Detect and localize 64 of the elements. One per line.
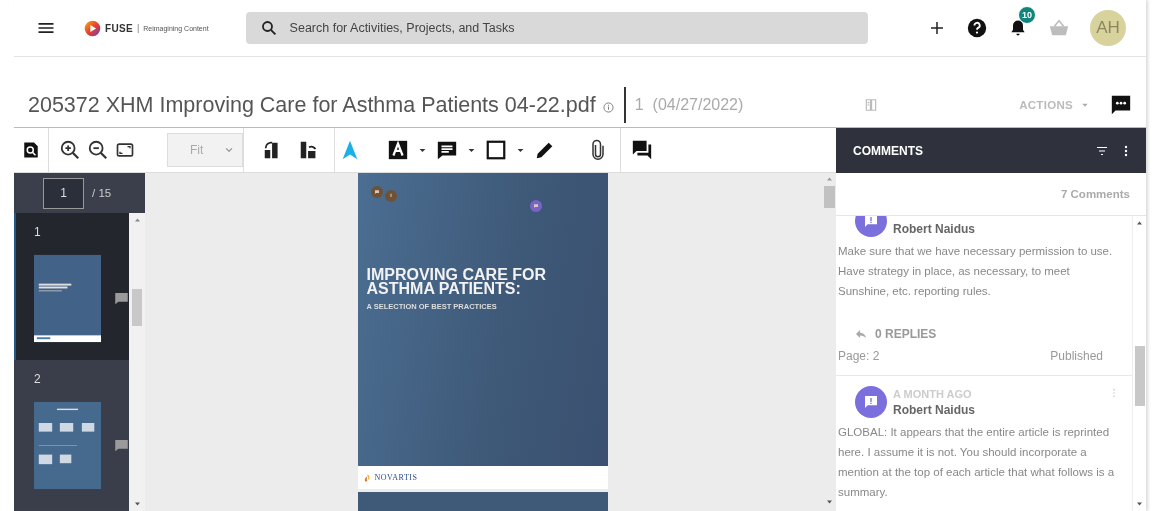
comment-note-icon[interactable] xyxy=(436,139,458,161)
scrollbar[interactable] xyxy=(1133,216,1146,511)
attachment-marker[interactable] xyxy=(384,190,397,202)
logo-icon xyxy=(84,19,101,37)
thumbnail-item[interactable]: 1 xyxy=(14,213,129,360)
logo-name: FUSE xyxy=(105,22,133,34)
reply-icon xyxy=(855,328,867,340)
page-number: 2 xyxy=(34,372,42,386)
page-headline: IMPROVING CARE FOR ASTHMA PATIENTS: xyxy=(366,268,548,296)
comment-icon xyxy=(531,202,540,210)
page-thumbnail[interactable] xyxy=(34,400,101,491)
comment-icon xyxy=(114,291,129,306)
version-date: (04/27/2022) xyxy=(652,96,744,114)
caret-icon[interactable] xyxy=(468,146,475,154)
scrollbar-thumb[interactable] xyxy=(823,186,835,208)
scroll-down-icon[interactable] xyxy=(133,501,141,507)
version-label: 1 xyxy=(634,96,644,114)
fit-screen-icon[interactable] xyxy=(115,140,135,160)
brand-logo-icon xyxy=(362,472,372,483)
comment-author: Robert Naidus xyxy=(893,222,976,236)
zoom-out-icon[interactable] xyxy=(87,139,109,161)
comments-icon[interactable] xyxy=(631,139,653,161)
document-title: 205372 XHM Improving Care for Asthma Patients 04-22.pdf xyxy=(28,92,596,118)
comment-avatar xyxy=(855,386,887,418)
help-icon[interactable] xyxy=(966,17,988,39)
comment-icon xyxy=(372,188,381,196)
page-count: / 15 xyxy=(92,187,112,199)
caret-icon[interactable] xyxy=(517,146,524,154)
page-thumbnail[interactable] xyxy=(34,253,101,344)
search-field[interactable]: Search for Activities, Projects, and Tasks xyxy=(245,12,868,44)
caret-icon[interactable] xyxy=(419,146,426,154)
search-icon xyxy=(259,19,278,37)
info-icon[interactable] xyxy=(602,101,614,113)
comment-icon[interactable] xyxy=(1110,94,1132,116)
comment-count: 7 Comments xyxy=(1060,188,1130,200)
scrollbar-thumb[interactable] xyxy=(132,288,142,326)
chevron-icon xyxy=(224,145,234,155)
scroll-up-icon[interactable] xyxy=(1136,220,1143,226)
comment-marker[interactable] xyxy=(529,200,542,212)
logo-divider: | xyxy=(136,23,140,33)
zoom-in-icon[interactable] xyxy=(59,139,81,161)
page-number: 1 xyxy=(34,225,42,239)
document-search-icon[interactable] xyxy=(22,141,40,159)
plus-icon[interactable] xyxy=(928,19,946,37)
comment-author: Robert Naidus xyxy=(893,403,976,417)
comment-page: Page: 2 xyxy=(838,349,880,363)
rectangle-icon[interactable] xyxy=(485,139,507,161)
brand-name: NOVARTIS xyxy=(374,473,418,483)
page-number-field[interactable]: 1 xyxy=(43,177,84,209)
scrollbar[interactable] xyxy=(129,213,145,511)
caret-icon xyxy=(1081,101,1089,109)
comment-marker[interactable] xyxy=(370,186,383,198)
scroll-down-icon[interactable] xyxy=(1136,501,1143,507)
filter-icon[interactable] xyxy=(1096,144,1108,157)
notification-badge: 10 xyxy=(1018,6,1036,24)
comment-text: GLOBAL: It appears that the entire article is reprinted here. I assume it is not. You should incorporate a mention at the top of each article that what follows is a summary. xyxy=(838,425,1116,500)
text-box-icon[interactable] xyxy=(387,139,409,161)
scroll-up-icon[interactable] xyxy=(133,217,141,223)
panel-title: COMMENTS xyxy=(853,143,923,158)
comment-text: Make sure that we have necessary permission to use. Have strategy in place, as necessary, to meet Sunshine, etc. reporting rules. xyxy=(838,244,1114,299)
scroll-down-icon[interactable] xyxy=(825,499,833,505)
scrollbar-thumb[interactable] xyxy=(1134,346,1145,406)
comment-icon xyxy=(114,438,129,453)
comment-status: Published xyxy=(1050,349,1103,363)
